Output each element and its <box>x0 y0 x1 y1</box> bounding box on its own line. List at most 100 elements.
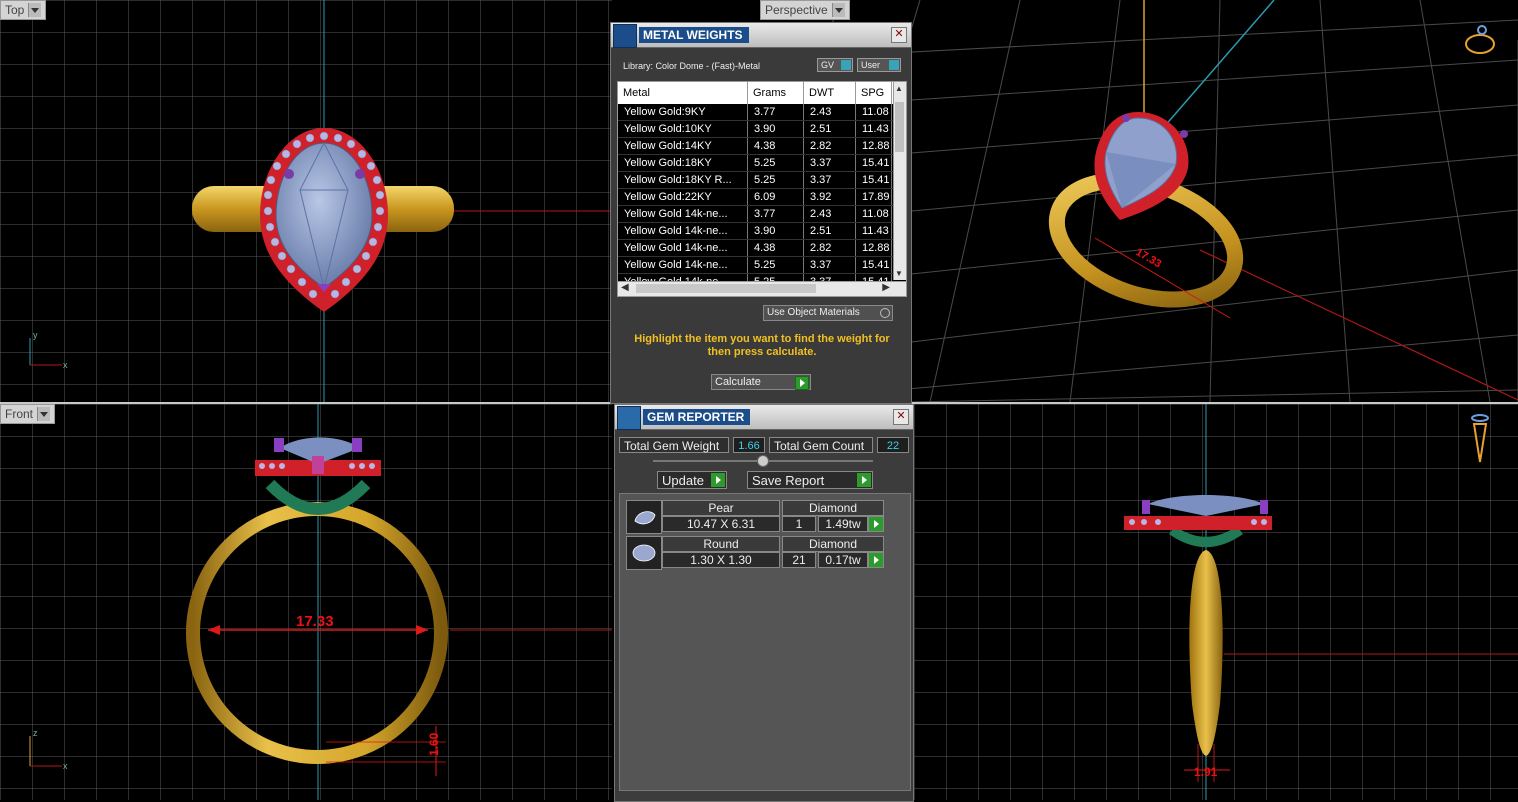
metal-name: Yellow Gold 14k-ne... <box>618 206 748 222</box>
top-view-canvas: y x <box>0 0 612 402</box>
table-row[interactable]: Yellow Gold:18KY 5.25 3.37 15.41 <box>618 155 906 172</box>
metal-dwt: 2.51 <box>804 223 856 239</box>
total-gem-count-value: 22 <box>877 437 909 453</box>
metal-grams: 4.38 <box>748 138 804 154</box>
metal-spg: 15.41 <box>856 257 892 273</box>
metal-name: Yellow Gold:9KY <box>618 104 748 120</box>
total-gem-weight-label: Total Gem Weight <box>619 437 729 453</box>
viewport-front[interactable]: 17.33 1.60 z x Front <box>0 404 612 800</box>
col-grams[interactable]: Grams <box>748 82 804 104</box>
col-spg[interactable]: SPG <box>856 82 892 104</box>
viewport-front-name: Front <box>5 407 34 421</box>
round-gem-icon <box>626 536 662 570</box>
instruction-text: Highlight the item you want to find the … <box>634 333 890 358</box>
update-button[interactable]: Update <box>657 471 727 489</box>
perspective-dim-label: 17.33 <box>1134 246 1164 270</box>
calculate-label: Calculate <box>715 376 761 388</box>
gv-toggle[interactable]: GV <box>817 58 853 72</box>
gem-shape: Round <box>662 536 780 552</box>
ring-nav-icon <box>1465 25 1495 54</box>
metal-spg: 11.43 <box>856 223 892 239</box>
viewport-perspective-label[interactable]: Perspective <box>760 0 850 20</box>
gem-reporter-titlebar[interactable]: GEM REPORTER ✕ <box>615 405 913 430</box>
front-dim-height: 1.60 <box>427 732 441 756</box>
col-dwt[interactable]: DWT <box>804 82 856 104</box>
use-object-materials-button[interactable]: Use Object Materials <box>763 305 893 321</box>
metal-name: Yellow Gold 14k-ne... <box>618 223 748 239</box>
metal-table-header: Metal Grams DWT SPG <box>618 82 906 104</box>
metal-name: Yellow Gold:14KY <box>618 138 748 154</box>
table-row[interactable]: Yellow Gold 14k-ne... 3.77 2.43 11.08 <box>618 206 906 223</box>
gem-select-button[interactable] <box>868 516 884 532</box>
metal-table[interactable]: Metal Grams DWT SPG Yellow Gold:9KY 3.77 2… <box>617 81 907 297</box>
viewport-right[interactable]: 1.91 <box>914 404 1518 800</box>
vertical-scrollbar[interactable]: ▲ ▼ <box>893 82 906 280</box>
gem-weight: 0.17tw <box>818 552 868 568</box>
user-toggle-label: User <box>861 60 881 70</box>
table-row[interactable]: Yellow Gold:14KY 4.38 2.82 12.88 <box>618 138 906 155</box>
gem-reporter-panel: GEM REPORTER ✕ Total Gem Weight 1.66 Tot… <box>614 404 914 802</box>
table-row[interactable]: Yellow Gold:9KY 3.77 2.43 11.08 <box>618 104 906 121</box>
horizontal-scrollbar[interactable]: ◀ ▶ <box>618 281 906 296</box>
viewport-front-label[interactable]: Front <box>0 404 56 424</box>
gem-size: 1.30 X 1.30 <box>662 552 780 568</box>
save-report-button[interactable]: Save Report <box>747 471 873 489</box>
viewport-top[interactable]: y x Top <box>0 0 612 402</box>
gem-size: 10.47 X 6.31 <box>662 516 780 532</box>
metal-grams: 3.77 <box>748 206 804 222</box>
gem-material: Diamond <box>782 536 884 552</box>
metal-dwt: 2.43 <box>804 206 856 222</box>
axis-x-label: x <box>63 761 68 771</box>
play-icon <box>711 473 725 487</box>
user-toggle[interactable]: User <box>857 58 901 72</box>
chevron-down-icon[interactable] <box>831 3 845 17</box>
chevron-down-icon[interactable] <box>37 407 51 421</box>
chevron-down-icon[interactable] <box>28 3 42 17</box>
axis-y-label: y <box>33 330 38 340</box>
metal-spg: 17.89 <box>856 189 892 205</box>
metal-spg: 11.08 <box>856 206 892 222</box>
metal-name: Yellow Gold 14k-ne... <box>618 257 748 273</box>
metal-spg: 11.43 <box>856 121 892 137</box>
table-row[interactable]: Yellow Gold 14k-ne...5.253.3715.41 <box>618 257 906 274</box>
flask-icon <box>613 24 637 48</box>
metal-weights-panel: METAL WEIGHTS ✕ Library: Color Dome - (F… <box>610 22 912 404</box>
gem-weight: 1.49tw <box>818 516 868 532</box>
metal-grams: 3.90 <box>748 223 804 239</box>
total-gem-weight-value: 1.66 <box>733 437 765 453</box>
metal-name: Yellow Gold 14k-ne... <box>618 240 748 256</box>
gem-select-button[interactable] <box>868 552 884 568</box>
table-row[interactable]: Yellow Gold 14k-ne... 4.38 2.82 12.88 <box>618 240 906 257</box>
metal-grams: 6.09 <box>748 189 804 205</box>
gem-row[interactable]: Pear Diamond 10.47 X 6.31 1 1.49tw <box>626 500 886 534</box>
gem-list: Pear Diamond 10.47 X 6.31 1 1.49tw Round… <box>619 493 911 791</box>
gem-reporter-icon <box>617 406 641 430</box>
gem-row[interactable]: Round Diamond 1.30 X 1.30 21 0.17tw <box>626 536 886 570</box>
total-gem-count-label: Total Gem Count <box>769 437 873 453</box>
table-row[interactable]: Yellow Gold:22KY 6.09 3.92 17.89 <box>618 189 906 206</box>
close-icon[interactable]: ✕ <box>891 27 907 43</box>
metal-name: Yellow Gold:18KY R... <box>618 172 748 188</box>
update-label: Update <box>662 473 704 488</box>
gem-count: 21 <box>782 552 816 568</box>
table-row[interactable]: Yellow Gold:18KY R... 5.25 3.37 15.41 <box>618 172 906 189</box>
gem-shape: Pear <box>662 500 780 516</box>
metal-grams: 4.38 <box>748 240 804 256</box>
save-report-label: Save Report <box>752 473 825 488</box>
viewport-top-label[interactable]: Top <box>0 0 47 20</box>
gem-reporter-title: GEM REPORTER <box>643 409 751 425</box>
metal-weights-titlebar[interactable]: METAL WEIGHTS ✕ <box>611 23 911 48</box>
close-icon[interactable]: ✕ <box>893 409 909 425</box>
col-metal[interactable]: Metal <box>618 82 748 104</box>
splitter-handle[interactable] <box>653 455 873 467</box>
play-icon <box>869 553 883 567</box>
metal-dwt: 2.82 <box>804 240 856 256</box>
viewport-top-name: Top <box>5 3 25 17</box>
table-row[interactable]: Yellow Gold 14k-ne... 3.90 2.51 11.43 <box>618 223 906 240</box>
viewport-perspective-name: Perspective <box>765 3 828 17</box>
metal-dwt: 3.37 <box>804 257 856 273</box>
play-icon <box>857 473 871 487</box>
metal-grams: 5.25 <box>748 172 804 188</box>
table-row[interactable]: Yellow Gold:10KY 3.90 2.51 11.43 <box>618 121 906 138</box>
calculate-button[interactable]: Calculate <box>711 374 811 390</box>
